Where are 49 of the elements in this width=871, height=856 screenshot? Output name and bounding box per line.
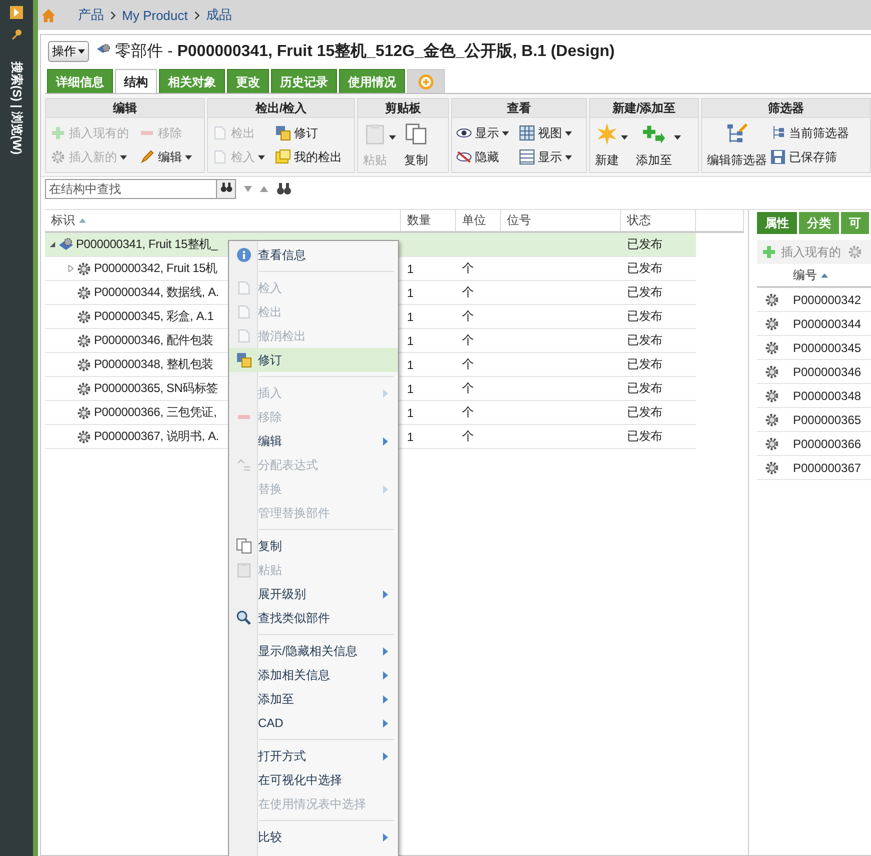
table-cell: 已发布 bbox=[627, 380, 662, 397]
table-cell-text: P000000346 bbox=[792, 364, 862, 378]
table-cell: 1 bbox=[407, 382, 414, 396]
table-cell: 个 bbox=[462, 356, 474, 373]
table-cell: 1 bbox=[407, 262, 414, 276]
table-cell: 已发布 bbox=[627, 428, 662, 445]
table-cell-text: P000000348 bbox=[792, 388, 862, 402]
group-title: 编辑 bbox=[46, 99, 204, 118]
table-cell: P000000348, 整机包装 bbox=[94, 356, 214, 373]
table-cell: 个 bbox=[462, 404, 474, 421]
table-cell: P000000341, Fruit 15整机_ bbox=[76, 236, 218, 253]
table-cell: 个 bbox=[462, 260, 474, 277]
table-cell-text: P000000344 bbox=[792, 316, 862, 330]
table-cell: P000000342, Fruit 15机 bbox=[94, 260, 218, 277]
table-cell: P000000345, 彩盒, A.1 bbox=[94, 308, 214, 325]
table-cell-text: P000000342 bbox=[792, 292, 862, 306]
table-cell: 1 bbox=[407, 406, 414, 420]
group-title: 查看 bbox=[452, 99, 586, 118]
table-cell: P000000367, 说明书, A. bbox=[94, 428, 219, 445]
table-cell-text: P000000366 bbox=[792, 436, 862, 450]
group-title: 筛选器 bbox=[702, 99, 870, 118]
table-cell: 1 bbox=[407, 358, 414, 372]
table-cell: 个 bbox=[462, 428, 474, 445]
table-cell-text: P000000365 bbox=[792, 412, 862, 426]
table-cell: 已发布 bbox=[627, 308, 662, 325]
table-cell: 个 bbox=[462, 308, 474, 325]
table-cell: 已发布 bbox=[627, 236, 662, 253]
table-cell: 已发布 bbox=[627, 332, 662, 349]
table-cell: P000000344, 数据线, A. bbox=[94, 284, 219, 301]
table-cell: 1 bbox=[407, 286, 414, 300]
table-cell-text: P000000345 bbox=[792, 340, 862, 354]
table-cell: 已发布 bbox=[627, 260, 662, 277]
table-cell: 1 bbox=[407, 334, 414, 348]
table-cell: 已发布 bbox=[627, 356, 662, 373]
table-cell: 1 bbox=[407, 310, 414, 324]
table-cell: 已发布 bbox=[627, 404, 662, 421]
group-title: 剪贴板 bbox=[358, 99, 448, 118]
table-cell: 个 bbox=[462, 332, 474, 349]
table-cell: 个 bbox=[462, 284, 474, 301]
table-cell: P000000346, 配件包装 bbox=[94, 332, 214, 349]
table-cell: 个 bbox=[462, 380, 474, 397]
table-cell: P000000366, 三包凭证, bbox=[94, 404, 217, 421]
group-title: 新建/添加至 bbox=[590, 99, 698, 118]
group-title: 检出/检入 bbox=[208, 99, 354, 118]
table-cell-text: P000000367 bbox=[792, 460, 862, 474]
table-cell: P000000365, SN码标签 bbox=[94, 380, 218, 397]
page-title: 零部件 - P000000341, Fruit 15整机_512G_金色_公开版, B.1 (Design) bbox=[115, 42, 615, 62]
table-cell: 已发布 bbox=[627, 284, 662, 301]
table-cell: 1 bbox=[407, 430, 414, 444]
